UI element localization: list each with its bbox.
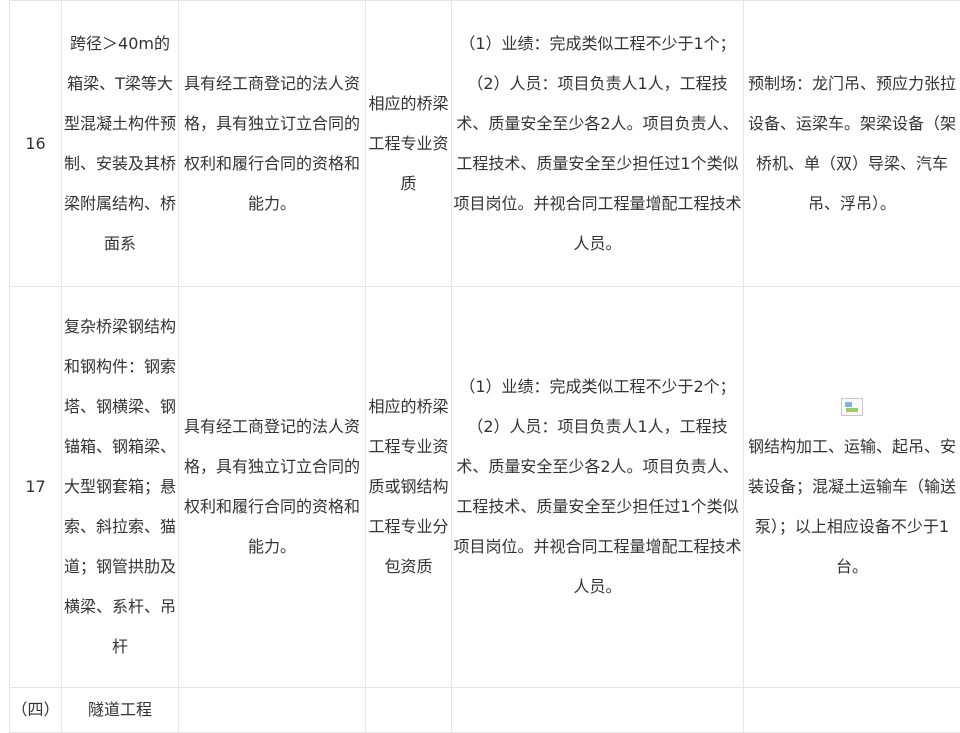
row-number: 17 xyxy=(10,287,62,688)
section-row: （四） 隧道工程 xyxy=(10,688,960,733)
requirements-table: 16 跨径＞40m的箱梁、T梁等大型混凝土构件预制、安装及其桥梁附属结构、桥面系… xyxy=(9,0,960,733)
qualification-text: 相应的桥梁工程专业资质或钢结构工程专业分包资质 xyxy=(367,387,450,587)
qualification-cell: 相应的桥梁工程专业资质或钢结构工程专业分包资质 xyxy=(366,287,452,688)
equipment-cell: 预制场：龙门吊、预应力张拉设备、运梁车。架梁设备（架桥机、单（双）导梁、汽车吊、… xyxy=(744,1,960,287)
empty-cell xyxy=(179,688,366,733)
scope-cell: 跨径＞40m的箱梁、T梁等大型混凝土构件预制、安装及其桥梁附属结构、桥面系 xyxy=(62,1,179,287)
performance-requirement: （1）业绩：完成类似工程不少于1个； xyxy=(453,24,742,64)
scope-text: 复杂桥梁钢结构和钢构件：钢索塔、钢横梁、钢锚箱、钢箱梁、大型钢套箱；悬索、斜拉索… xyxy=(63,307,177,667)
broken-image-icon xyxy=(841,398,863,416)
equipment-text: 钢结构加工、运输、起吊、安装设备；混凝土运输车（输送泵）；以上相应设备不少于1台… xyxy=(745,427,959,587)
legal-cell: 具有经工商登记的法人资格，具有独立订立合同的权利和履行合同的资格和能力。 xyxy=(179,287,366,688)
equipment-cell: 钢结构加工、运输、起吊、安装设备；混凝土运输车（输送泵）；以上相应设备不少于1台… xyxy=(744,287,960,688)
row-number: 16 xyxy=(10,1,62,287)
broken-image-wrapper xyxy=(745,387,959,427)
row-number-text: 16 xyxy=(11,124,60,164)
empty-cell xyxy=(366,688,452,733)
qualification-cell: 相应的桥梁工程专业资质 xyxy=(366,1,452,287)
empty-cell xyxy=(452,688,744,733)
legal-text: 具有经工商登记的法人资格，具有独立订立合同的权利和履行合同的资格和能力。 xyxy=(180,64,364,224)
section-title: 隧道工程 xyxy=(63,690,177,730)
section-number-text: （四） xyxy=(11,690,60,730)
requirement-cell: （1）业绩：完成类似工程不少于2个； （2）人员：项目负责人1人，工程技术、质量… xyxy=(452,287,744,688)
personnel-requirement: （2）人员：项目负责人1人，工程技术、质量安全至少各2人。项目负责人、工程技术、… xyxy=(453,64,742,264)
performance-requirement: （1）业绩：完成类似工程不少于2个； xyxy=(453,367,742,407)
section-title-cell: 隧道工程 xyxy=(62,688,179,733)
equipment-text: 预制场：龙门吊、预应力张拉设备、运梁车。架梁设备（架桥机、单（双）导梁、汽车吊、… xyxy=(745,64,959,224)
legal-text: 具有经工商登记的法人资格，具有独立订立合同的权利和履行合同的资格和能力。 xyxy=(180,407,364,567)
table-row: 16 跨径＞40m的箱梁、T梁等大型混凝土构件预制、安装及其桥梁附属结构、桥面系… xyxy=(10,1,960,287)
table-row: 17 复杂桥梁钢结构和钢构件：钢索塔、钢横梁、钢锚箱、钢箱梁、大型钢套箱；悬索、… xyxy=(10,287,960,688)
requirement-cell: （1）业绩：完成类似工程不少于1个； （2）人员：项目负责人1人，工程技术、质量… xyxy=(452,1,744,287)
scope-cell: 复杂桥梁钢结构和钢构件：钢索塔、钢横梁、钢锚箱、钢箱梁、大型钢套箱；悬索、斜拉索… xyxy=(62,287,179,688)
section-number: （四） xyxy=(10,688,62,733)
qualification-text: 相应的桥梁工程专业资质 xyxy=(367,84,450,204)
legal-cell: 具有经工商登记的法人资格，具有独立订立合同的权利和履行合同的资格和能力。 xyxy=(179,1,366,287)
row-number-text: 17 xyxy=(11,467,60,507)
personnel-requirement: （2）人员：项目负责人1人，工程技术、质量安全至少各2人。项目负责人、工程技术、… xyxy=(453,407,742,607)
empty-cell xyxy=(744,688,960,733)
scope-text: 跨径＞40m的箱梁、T梁等大型混凝土构件预制、安装及其桥梁附属结构、桥面系 xyxy=(63,24,177,264)
